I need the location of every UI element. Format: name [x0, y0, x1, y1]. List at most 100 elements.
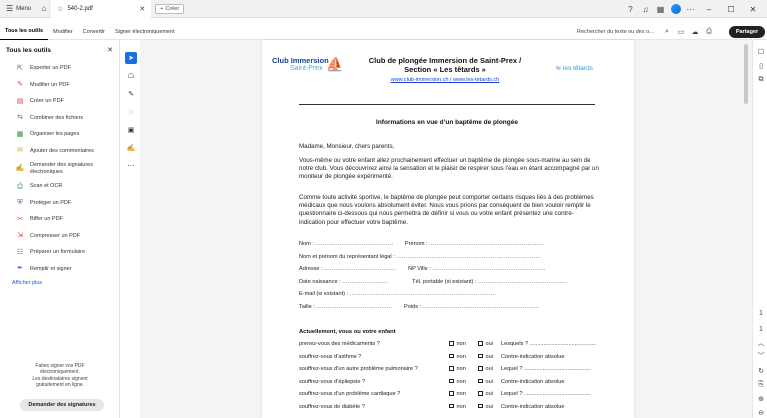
- lasso-icon[interactable]: ◌: [125, 106, 137, 118]
- form-icon: ☷: [16, 248, 24, 256]
- panel-icon[interactable]: ▭: [676, 28, 686, 36]
- select-cursor-icon[interactable]: ➤: [125, 52, 137, 64]
- checkbox-oui[interactable]: oui: [478, 378, 493, 385]
- checkbox-oui[interactable]: oui: [478, 353, 493, 360]
- apps-grid-icon[interactable]: ▦: [654, 2, 667, 16]
- field-adresse[interactable]: .......................................: [324, 266, 396, 272]
- field-representant[interactable]: ........................................…: [396, 254, 541, 260]
- request-signatures-button[interactable]: Demander des signatures: [20, 399, 104, 411]
- non-label: non: [456, 403, 466, 410]
- hamburger-icon: ☰: [6, 3, 14, 13]
- field-npville[interactable]: ........................................…: [432, 266, 545, 272]
- tool-item[interactable]: ▦ Organiser les pages: [0, 126, 119, 143]
- comment-add-icon[interactable]: ☖: [125, 70, 137, 82]
- section-title: Actuellement, vous ou votre enfant: [299, 329, 396, 335]
- tool-item[interactable]: ✉ Ajouter des commentaires: [0, 143, 119, 160]
- tool-item-label: Scan et OCR: [30, 183, 63, 190]
- label-naissance: Date naissance :: [299, 279, 341, 285]
- bell-icon[interactable]: ♫: [639, 2, 652, 16]
- field-nom[interactable]: ........................................…: [315, 241, 393, 247]
- refresh-icon[interactable]: ↻: [756, 366, 766, 376]
- checkbox-non[interactable]: non: [449, 378, 466, 385]
- menu-button[interactable]: ☰ Menu: [0, 0, 37, 18]
- star-icon[interactable]: ☆: [57, 5, 63, 13]
- help-icon[interactable]: ?: [624, 2, 637, 16]
- tab-esign[interactable]: Signer électroniquement: [110, 24, 180, 40]
- search-input[interactable]: Rechercher du texte ou des o...: [577, 24, 654, 40]
- checkbox-oui[interactable]: oui: [478, 341, 493, 347]
- show-more-link[interactable]: Afficher plus: [0, 277, 119, 289]
- document-tab[interactable]: ☆ 540-2.pdf ✕: [51, 0, 152, 18]
- checkbox-non[interactable]: non: [449, 341, 466, 347]
- page-down-icon[interactable]: ﹀: [756, 351, 766, 361]
- tool-item[interactable]: ✒ Remplir et signer: [0, 261, 119, 278]
- more-tools-icon[interactable]: ⋯: [125, 160, 137, 172]
- scrollbar-thumb[interactable]: [744, 44, 748, 104]
- new-tab-label: Créer: [165, 5, 180, 12]
- checkbox-oui[interactable]: oui: [478, 403, 493, 410]
- close-panel-icon[interactable]: ✕: [107, 46, 113, 54]
- page-count-icon: 1: [759, 325, 763, 333]
- print-icon[interactable]: ⎙: [704, 28, 714, 36]
- checkbox-non[interactable]: non: [449, 403, 466, 410]
- close-window-icon[interactable]: ✕: [743, 5, 763, 14]
- checkbox-non[interactable]: non: [449, 391, 466, 397]
- checkbox-non[interactable]: non: [449, 366, 466, 372]
- maximize-icon[interactable]: ☐: [721, 5, 741, 14]
- comments-panel-icon[interactable]: ☐: [756, 47, 766, 57]
- checkbox-oui[interactable]: oui: [478, 391, 493, 397]
- non-label: non: [456, 378, 466, 385]
- zoom-out-icon[interactable]: ⊖: [756, 408, 766, 418]
- tool-item[interactable]: ⎙ Scan et OCR: [0, 178, 119, 195]
- share-button[interactable]: Partager: [729, 26, 765, 38]
- new-tab-button[interactable]: + Créer: [155, 3, 185, 14]
- home-icon[interactable]: ⌂: [37, 2, 51, 16]
- zoom-in-icon[interactable]: ⊕: [756, 394, 766, 404]
- field-prenom[interactable]: ........................................…: [429, 241, 544, 247]
- page-up-icon[interactable]: ︿: [756, 338, 766, 348]
- club-logo: Club Immersion Saint-Prex ⛵: [272, 56, 343, 80]
- signature-icon[interactable]: ✍: [125, 142, 137, 154]
- comment-icon: ✉: [17, 147, 23, 155]
- avatar[interactable]: [669, 2, 682, 16]
- tools-panel: Tous les outils ✕ ⇱ Exporter un PDF ✎ Modif…: [0, 40, 120, 418]
- tool-item[interactable]: ⇆ Combiner des fichiers: [0, 110, 119, 127]
- checkbox-non[interactable]: non: [449, 353, 466, 360]
- non-label: non: [456, 353, 466, 360]
- tool-item[interactable]: ✎ Modifier un PDF: [0, 77, 119, 94]
- field-email[interactable]: ........................................…: [350, 291, 496, 297]
- label-representant: Nom et prénom du représentant légal :: [299, 254, 395, 260]
- close-tab-icon[interactable]: ✕: [139, 5, 145, 13]
- tool-item[interactable]: ✂ Biffer un PDF: [0, 211, 119, 228]
- tool-item[interactable]: ⇲ Compresser un PDF: [0, 228, 119, 245]
- copy-icon[interactable]: ⧉: [756, 75, 766, 85]
- checkbox-oui[interactable]: oui: [478, 366, 493, 372]
- minimize-icon[interactable]: –: [699, 5, 719, 14]
- save-icon[interactable]: ⎘: [756, 380, 766, 390]
- field-naissance[interactable]: .........................: [342, 279, 388, 285]
- field-taille[interactable]: ........................................…: [316, 304, 392, 310]
- tool-item[interactable]: ☷ Préparer un formulaire: [0, 244, 119, 261]
- tab-all-tools[interactable]: Tous les outils: [0, 24, 49, 40]
- tool-item-label: Remplir et signer: [30, 265, 72, 272]
- bookmarks-icon[interactable]: ▯: [756, 61, 766, 71]
- tool-item[interactable]: ✍ Demander des signatures électroniques: [0, 159, 119, 178]
- tool-item-label: Compresser un PDF: [30, 232, 81, 239]
- pen-icon[interactable]: ✎: [125, 88, 137, 100]
- tool-item[interactable]: ⛨ Protéger un PDF: [0, 195, 119, 212]
- text-box-icon[interactable]: ▣: [125, 124, 137, 136]
- cloud-icon[interactable]: ☁: [690, 28, 700, 36]
- search-icon[interactable]: ⌕: [662, 28, 672, 36]
- create-pdf-icon: ▤: [16, 97, 24, 105]
- right-toolbar: ☐ ▯ ⧉ 1 1 ︿ ﹀ ↻ ⎘ ⊕ ⊖: [752, 40, 767, 418]
- field-tel[interactable]: ........................................…: [478, 279, 567, 285]
- field-poids[interactable]: ........................................…: [423, 304, 540, 310]
- tool-item[interactable]: ▤ Créer un PDF: [0, 93, 119, 110]
- question-text: souffrez-vous de diabète ?: [299, 403, 365, 410]
- document-links[interactable]: www.club-immersion.ch / www.les-tetards.…: [345, 77, 545, 83]
- tab-edit[interactable]: Modifier: [48, 24, 78, 40]
- tab-convert[interactable]: Convertir: [78, 24, 110, 40]
- page-number-icon[interactable]: 1: [756, 308, 766, 318]
- tool-item[interactable]: ⇱ Exporter un PDF: [0, 60, 119, 77]
- more-icon[interactable]: ⋯: [684, 2, 697, 16]
